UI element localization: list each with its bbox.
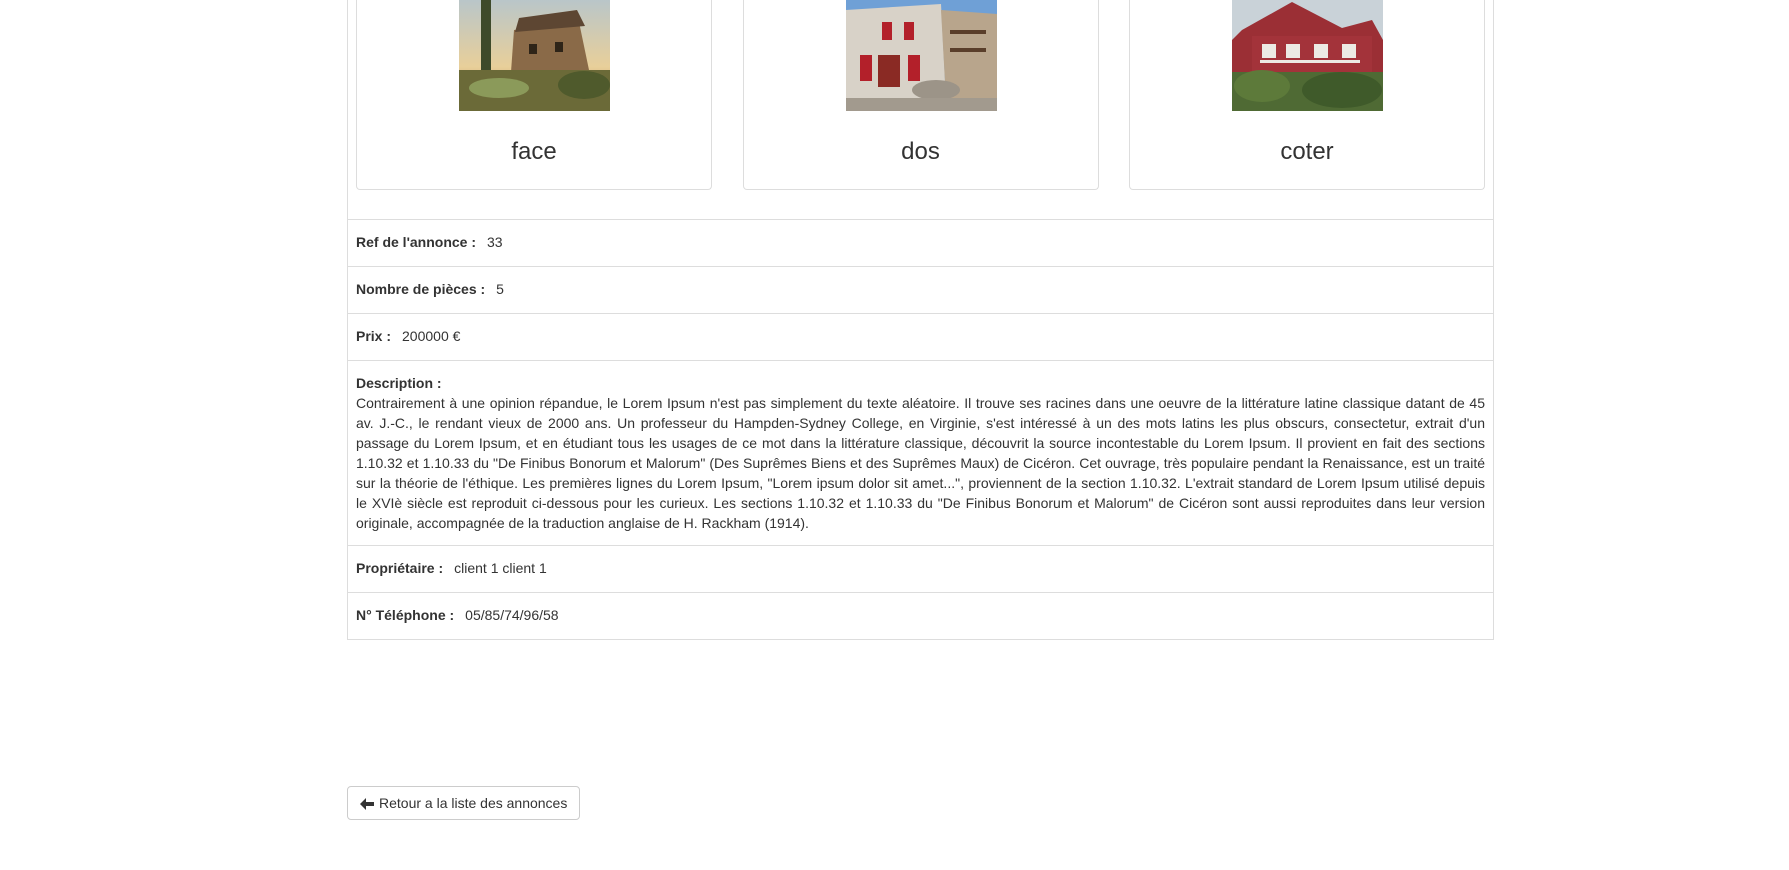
description-label: Description :: [356, 375, 442, 391]
photo-caption: face: [511, 138, 557, 165]
phone-value: 05/85/74/96/58: [465, 607, 559, 623]
photo-card-coter: coter: [1129, 0, 1485, 190]
price-value: 200000 €: [402, 328, 461, 344]
photo-gallery: face dos coter: [348, 0, 1493, 219]
description-text: Contrairement à une opinion répandue, le…: [356, 395, 1485, 531]
listing-detail: face dos coter Ref de l'annonce: 33 Nom…: [347, 0, 1494, 640]
house-photo-icon[interactable]: [459, 0, 610, 111]
back-button-label: Retour a la liste des annonces: [379, 795, 568, 811]
description-row: Description : Contrairement à une opinio…: [348, 360, 1493, 545]
ref-label: Ref de l'annonce :: [356, 234, 477, 250]
owner-value: client 1 client 1: [454, 560, 547, 576]
owner-label: Propriétaire :: [356, 560, 444, 576]
listing-panel: face dos coter Ref de l'annonce: 33 Nom…: [347, 0, 1494, 640]
owner-row: Propriétaire : client 1 client 1: [348, 545, 1493, 592]
rooms-row: Nombre de pièces : 5: [348, 266, 1493, 313]
phone-label: N° Téléphone :: [356, 607, 455, 623]
rooms-label: Nombre de pièces :: [356, 281, 486, 297]
back-to-listings-button[interactable]: Retour a la liste des annonces: [347, 786, 581, 820]
photo-caption: dos: [901, 138, 940, 165]
price-row: Prix : 200000 €: [348, 313, 1493, 360]
photo-caption: coter: [1280, 138, 1334, 165]
house-photo-icon[interactable]: [845, 0, 997, 111]
ref-row: Ref de l'annonce : 33: [348, 219, 1493, 266]
price-label: Prix :: [356, 328, 392, 344]
photo-card-face: face: [356, 0, 712, 190]
rooms-value: 5: [496, 281, 504, 297]
arrow-left-icon: [360, 797, 374, 810]
photo-card-dos: dos: [742, 0, 1099, 190]
phone-row: N° Téléphone : 05/85/74/96/58: [348, 592, 1493, 639]
ref-value: 33: [487, 234, 503, 250]
house-photo-icon[interactable]: [1232, 0, 1383, 111]
